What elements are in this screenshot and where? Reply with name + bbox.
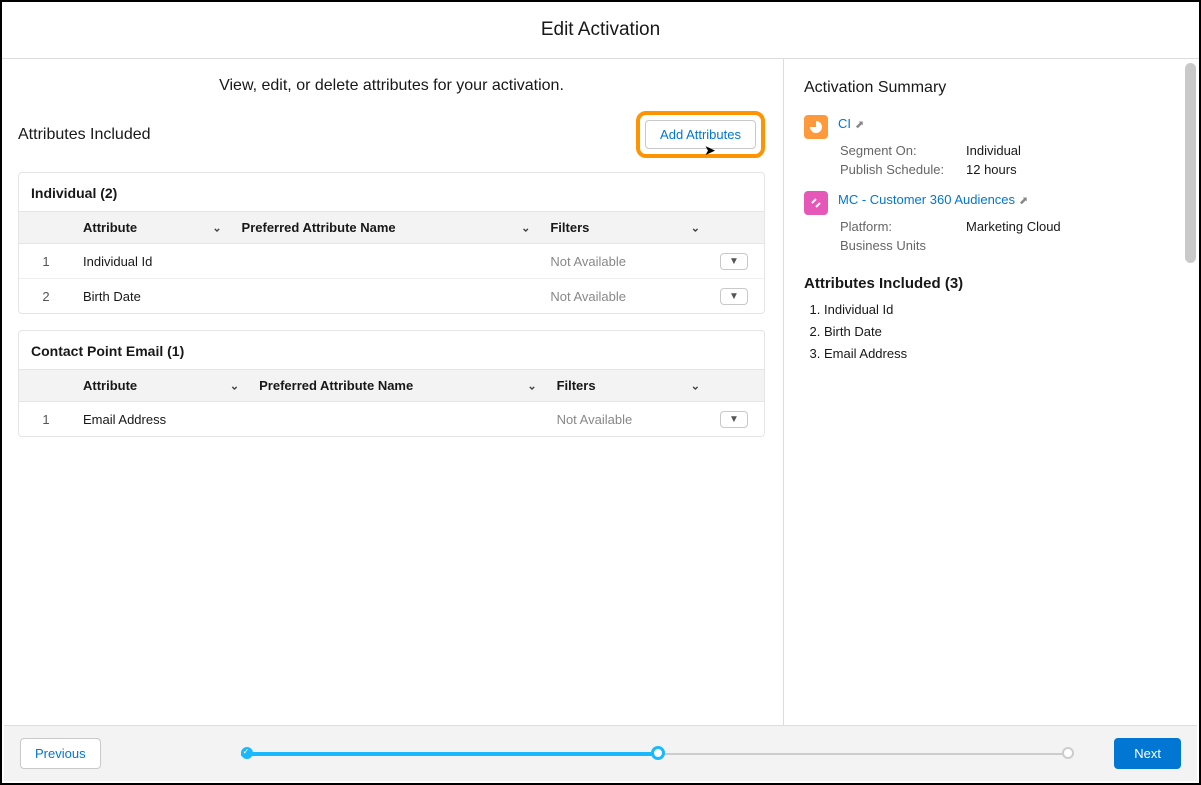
segment-on-value: Individual	[966, 143, 1021, 158]
chevron-down-icon: ⌄	[212, 221, 221, 234]
progress-step-2-current[interactable]	[651, 746, 665, 760]
col-attribute[interactable]: Attribute⌄	[73, 212, 232, 244]
list-item: Email Address	[824, 346, 1179, 361]
modal-title: Edit Activation	[541, 19, 660, 41]
activation-summary-panel: Activation Summary CI⬈ Segment On: Indivi…	[784, 59, 1199, 726]
modal-header: Edit Activation	[2, 2, 1199, 59]
wizard-footer: Previous Next	[4, 725, 1197, 781]
attributes-included-list: Individual Id Birth Date Email Address	[824, 302, 1179, 361]
cell-filters: Not Available	[540, 279, 710, 314]
external-link-icon: ⬈	[1019, 195, 1028, 207]
individual-table-section: Individual (2) Attribute⌄ Preferred Attr…	[18, 172, 765, 314]
scrollbar-thumb[interactable]	[1185, 63, 1196, 263]
list-item: Birth Date	[824, 324, 1179, 339]
col-num	[19, 370, 73, 402]
cell-attribute: Individual Id	[73, 244, 232, 279]
chevron-down-icon: ⌄	[691, 379, 700, 392]
business-units-label: Business Units	[840, 238, 958, 253]
progress-indicator	[241, 751, 1075, 757]
add-attributes-button[interactable]: Add Attributes	[645, 120, 756, 149]
col-actions	[710, 212, 764, 244]
cell-attribute: Email Address	[73, 402, 249, 437]
progress-step-3[interactable]	[1062, 747, 1074, 759]
row-number: 1	[19, 244, 73, 279]
col-attribute[interactable]: Attribute⌄	[73, 370, 249, 402]
subtitle: View, edit, or delete attributes for you…	[18, 77, 765, 95]
table-row: 1 Individual Id Not Available ▼	[19, 244, 764, 279]
main-panel: View, edit, or delete attributes for you…	[2, 59, 784, 726]
publish-schedule-value: 12 hours	[966, 162, 1017, 177]
col-filters[interactable]: Filters⌄	[547, 370, 710, 402]
row-actions-menu[interactable]: ▼	[720, 411, 748, 428]
chevron-down-icon: ⌄	[527, 379, 536, 392]
next-button[interactable]: Next	[1114, 738, 1181, 769]
cell-preferred	[232, 279, 541, 314]
cell-filters: Not Available	[547, 402, 710, 437]
platform-label: Platform:	[840, 219, 958, 234]
row-actions-menu[interactable]: ▼	[720, 253, 748, 270]
table-row: 1 Email Address Not Available ▼	[19, 402, 764, 437]
ci-link[interactable]: CI⬈	[838, 116, 864, 131]
publish-schedule-label: Publish Schedule:	[840, 162, 958, 177]
row-number: 1	[19, 402, 73, 437]
contact-point-email-table-section: Contact Point Email (1) Attribute⌄ Prefe…	[18, 330, 765, 437]
individual-table-title: Individual (2)	[19, 173, 764, 211]
attributes-included-summary-title: Attributes Included (3)	[804, 275, 1179, 292]
col-num	[19, 212, 73, 244]
target-icon	[804, 191, 828, 215]
row-actions-menu[interactable]: ▼	[720, 288, 748, 305]
col-actions	[710, 370, 764, 402]
chevron-down-icon: ⌄	[691, 221, 700, 234]
table-row: 2 Birth Date Not Available ▼	[19, 279, 764, 314]
col-filters[interactable]: Filters⌄	[540, 212, 710, 244]
chevron-down-icon: ⌄	[521, 221, 530, 234]
contact-point-email-table-title: Contact Point Email (1)	[19, 331, 764, 369]
mc-audiences-link[interactable]: MC - Customer 360 Audiences⬈	[838, 192, 1028, 207]
previous-button[interactable]: Previous	[20, 738, 101, 769]
segment-icon	[804, 115, 828, 139]
segment-on-label: Segment On:	[840, 143, 958, 158]
attributes-included-heading: Attributes Included	[18, 126, 151, 144]
row-number: 2	[19, 279, 73, 314]
cell-attribute: Birth Date	[73, 279, 232, 314]
vertical-scrollbar[interactable]	[1183, 61, 1196, 727]
cell-preferred	[249, 402, 546, 437]
platform-value: Marketing Cloud	[966, 219, 1061, 234]
chevron-down-icon: ⌄	[230, 379, 239, 392]
progress-step-1-complete[interactable]	[241, 747, 253, 759]
cell-preferred	[232, 244, 541, 279]
add-attributes-highlight: Add Attributes	[636, 111, 765, 158]
external-link-icon: ⬈	[855, 119, 864, 131]
summary-title: Activation Summary	[804, 79, 1179, 97]
col-preferred[interactable]: Preferred Attribute Name⌄	[249, 370, 546, 402]
col-preferred[interactable]: Preferred Attribute Name⌄	[232, 212, 541, 244]
cell-filters: Not Available	[540, 244, 710, 279]
list-item: Individual Id	[824, 302, 1179, 317]
